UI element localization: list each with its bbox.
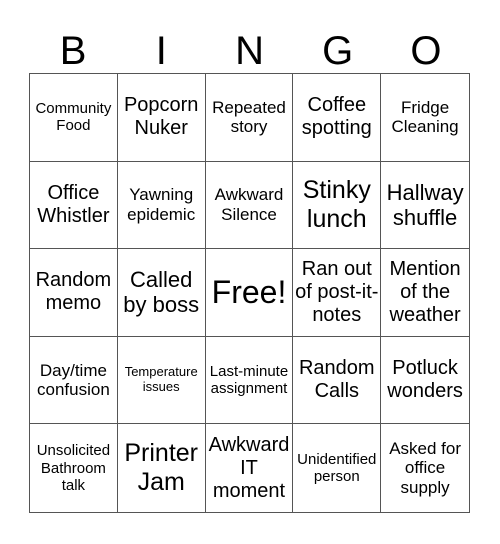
bingo-cell[interactable]: Random Calls — [293, 336, 382, 425]
bingo-cell[interactable]: Popcorn Nuker — [117, 74, 206, 162]
bingo-cell[interactable]: Fridge Cleaning — [381, 74, 469, 162]
header-letter-i: I — [155, 29, 167, 73]
bingo-cell[interactable]: Called by boss — [117, 249, 206, 337]
bingo-cell[interactable]: Day/time confusion — [30, 336, 118, 425]
free-space[interactable]: Free! — [205, 249, 294, 337]
bingo-cell[interactable]: Mention of the weather — [381, 249, 469, 337]
bingo-header: B I N G O — [29, 28, 470, 74]
bingo-cell[interactable]: Unsolicited Bathroom talk — [30, 424, 118, 512]
header-letter-g: G — [322, 29, 354, 73]
bingo-cell[interactable]: Awkward IT moment — [206, 424, 294, 512]
bingo-cell[interactable]: Unidentified person — [293, 424, 382, 512]
bingo-cell[interactable]: Community Food — [30, 74, 118, 162]
header-letter-b: B — [59, 29, 87, 73]
bingo-cell[interactable]: Potluck wonders — [381, 337, 469, 425]
header-letter-o: O — [410, 29, 442, 73]
bingo-cell[interactable]: Stinky lunch — [293, 161, 382, 250]
bingo-cell[interactable]: Last-minute assignment — [205, 336, 294, 425]
bingo-cell[interactable]: Hallway shuffle — [381, 162, 469, 250]
bingo-cell[interactable]: Random memo — [30, 249, 118, 337]
header-letter-n: N — [235, 29, 264, 73]
bingo-cell[interactable]: Yawning epidemic — [117, 161, 206, 250]
bingo-cell[interactable]: Coffee spotting — [293, 74, 382, 162]
bingo-grid: Community Food Popcorn Nuker Repeated st… — [29, 73, 470, 513]
bingo-cell[interactable]: Repeated story — [205, 74, 294, 162]
bingo-cell[interactable]: Office Whistler — [30, 161, 118, 250]
bingo-cell[interactable]: Printer Jam — [118, 424, 206, 512]
bingo-cell[interactable]: Asked for office supply — [381, 424, 469, 512]
bingo-cell[interactable]: Ran out of post-it-notes — [293, 249, 382, 337]
bingo-cell[interactable]: Temperature issues — [117, 336, 206, 425]
bingo-cell[interactable]: Awkward Silence — [205, 161, 294, 250]
